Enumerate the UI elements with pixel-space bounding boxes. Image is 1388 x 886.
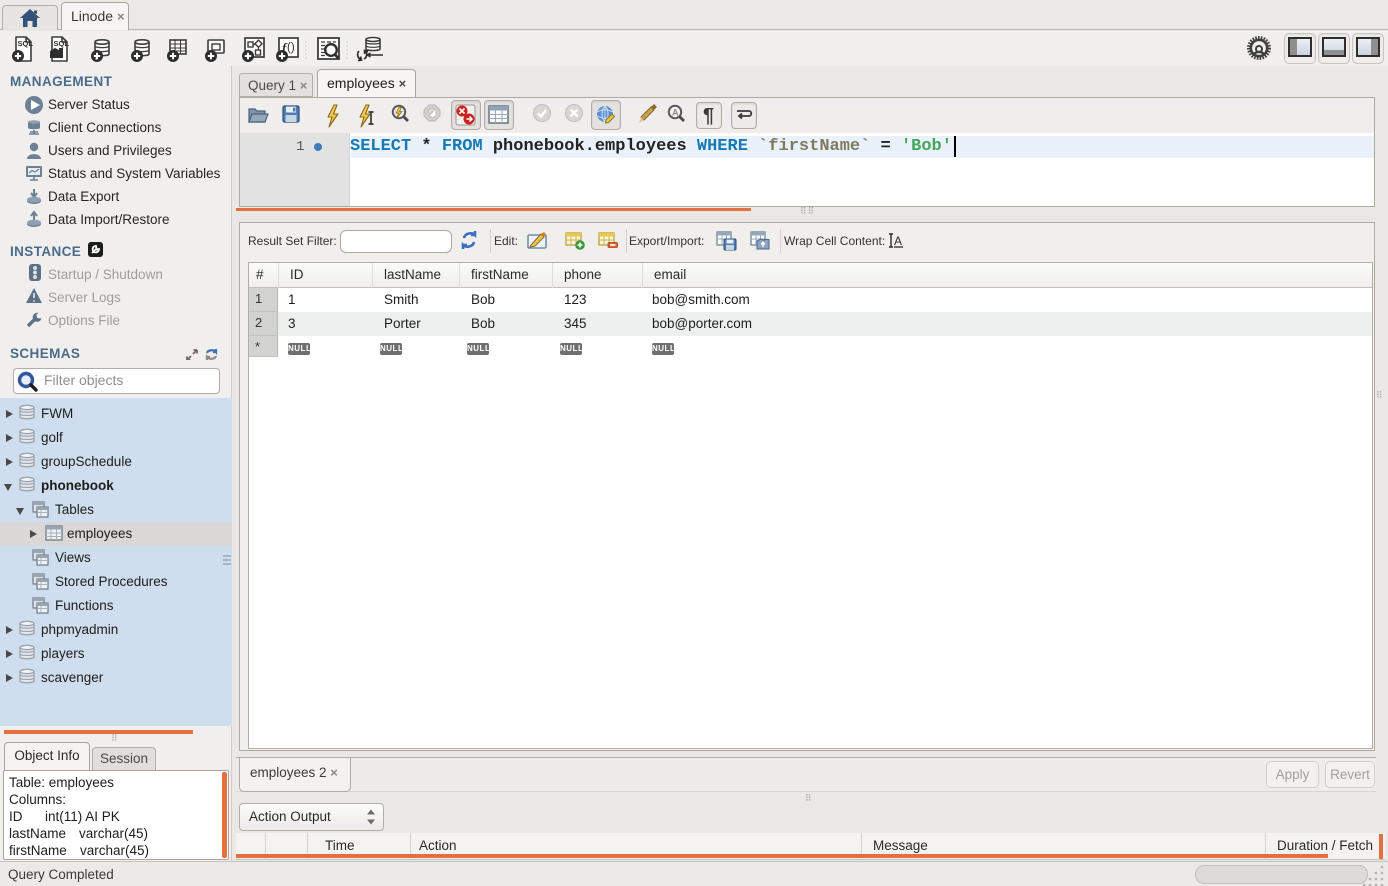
- svg-text:A: A: [672, 108, 679, 118]
- svg-text:(): (): [287, 42, 295, 54]
- svg-text:¶: ¶: [703, 105, 714, 127]
- svg-text:A: A: [894, 234, 902, 248]
